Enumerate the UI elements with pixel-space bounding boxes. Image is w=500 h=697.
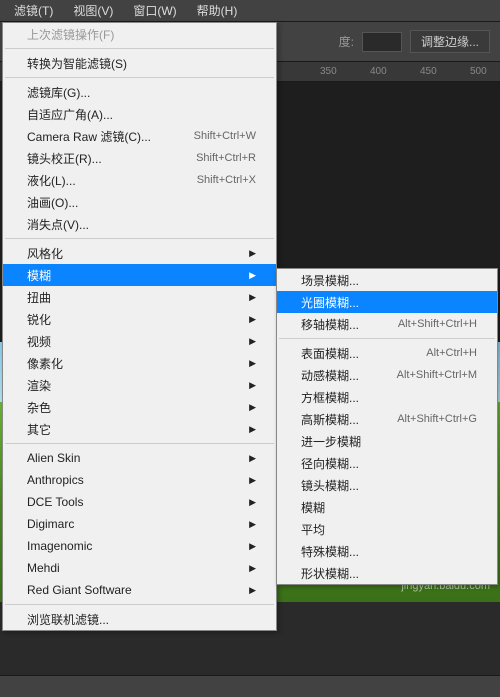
menu-adaptive[interactable]: 自适应广角(A)...	[3, 103, 276, 125]
menu-view[interactable]: 视图(V)	[63, 0, 123, 21]
menu-digimarc[interactable]: Digimarc▶	[3, 513, 276, 535]
chevron-right-icon: ▶	[249, 336, 256, 347]
ruler-tick: 450	[420, 66, 437, 77]
menu-dce-tools[interactable]: DCE Tools▶	[3, 491, 276, 513]
separator	[5, 48, 274, 49]
chevron-right-icon: ▶	[249, 270, 256, 281]
submenu-blur-more[interactable]: 进一步模糊	[277, 430, 497, 452]
menu-vanishing[interactable]: 消失点(V)...	[3, 213, 276, 235]
menu-stylize[interactable]: 风格化▶	[3, 242, 276, 264]
chevron-right-icon: ▶	[249, 248, 256, 259]
submenu-smart-blur[interactable]: 特殊模糊...	[277, 540, 497, 562]
menu-filter-gallery[interactable]: 滤镜库(G)...	[3, 81, 276, 103]
menu-filter[interactable]: 滤镜(T)	[4, 0, 63, 21]
menu-alien-skin[interactable]: Alien Skin▶	[3, 447, 276, 469]
menu-video[interactable]: 视频▶	[3, 330, 276, 352]
chevron-right-icon: ▶	[249, 380, 256, 391]
menu-smart-filter[interactable]: 转换为智能滤镜(S)	[3, 52, 276, 74]
chevron-right-icon: ▶	[249, 453, 256, 464]
menu-red-giant[interactable]: Red Giant Software▶	[3, 579, 276, 601]
chevron-right-icon: ▶	[249, 314, 256, 325]
menu-imagenomic[interactable]: Imagenomic▶	[3, 535, 276, 557]
menu-oil[interactable]: 油画(O)...	[3, 191, 276, 213]
menu-mehdi[interactable]: Mehdi▶	[3, 557, 276, 579]
ruler-tick: 350	[320, 66, 337, 77]
menubar: 滤镜(T) 视图(V) 窗口(W) 帮助(H)	[0, 0, 500, 22]
menu-help[interactable]: 帮助(H)	[187, 0, 248, 21]
menu-browse-online[interactable]: 浏览联机滤镜...	[3, 608, 276, 630]
ruler-tick: 500	[470, 66, 487, 77]
menu-render[interactable]: 渲染▶	[3, 374, 276, 396]
menu-noise[interactable]: 杂色▶	[3, 396, 276, 418]
menu-blur[interactable]: 模糊▶	[3, 264, 276, 286]
chevron-right-icon: ▶	[249, 563, 256, 574]
separator	[5, 604, 274, 605]
ruler-tick: 400	[370, 66, 387, 77]
menu-pixelate[interactable]: 像素化▶	[3, 352, 276, 374]
submenu-motion-blur[interactable]: 动感模糊...Alt+Shift+Ctrl+M	[277, 364, 497, 386]
submenu-box-blur[interactable]: 方框模糊...	[277, 386, 497, 408]
separator	[5, 77, 274, 78]
chevron-right-icon: ▶	[249, 358, 256, 369]
submenu-field-blur[interactable]: 场景模糊...	[277, 269, 497, 291]
separator	[5, 238, 274, 239]
menu-distort[interactable]: 扭曲▶	[3, 286, 276, 308]
separator	[279, 338, 495, 339]
chevron-right-icon: ▶	[249, 585, 256, 596]
status-bar	[0, 675, 500, 697]
menu-last-filter[interactable]: 上次滤镜操作(F)	[3, 23, 276, 45]
submenu-average[interactable]: 平均	[277, 518, 497, 540]
chevron-right-icon: ▶	[249, 402, 256, 413]
menu-lens-correction[interactable]: 镜头校正(R)...Shift+Ctrl+R	[3, 147, 276, 169]
toolbar-input[interactable]	[362, 32, 402, 52]
chevron-right-icon: ▶	[249, 541, 256, 552]
submenu-radial-blur[interactable]: 径向模糊...	[277, 452, 497, 474]
submenu-gaussian-blur[interactable]: 高斯模糊...Alt+Shift+Ctrl+G	[277, 408, 497, 430]
submenu-surface-blur[interactable]: 表面模糊...Alt+Ctrl+H	[277, 342, 497, 364]
filter-menu: 上次滤镜操作(F) 转换为智能滤镜(S) 滤镜库(G)... 自适应广角(A).…	[2, 22, 277, 631]
refine-edge-button[interactable]: 调整边缘...	[410, 30, 490, 53]
menu-liquify[interactable]: 液化(L)...Shift+Ctrl+X	[3, 169, 276, 191]
blur-submenu: 场景模糊... 光圈模糊... 移轴模糊...Alt+Shift+Ctrl+H …	[276, 268, 498, 585]
menu-window[interactable]: 窗口(W)	[123, 0, 186, 21]
submenu-shape-blur[interactable]: 形状模糊...	[277, 562, 497, 584]
menu-anthropics[interactable]: Anthropics▶	[3, 469, 276, 491]
menu-sharpen[interactable]: 锐化▶	[3, 308, 276, 330]
chevron-right-icon: ▶	[249, 519, 256, 530]
submenu-iris-blur[interactable]: 光圈模糊...	[277, 291, 497, 313]
chevron-right-icon: ▶	[249, 424, 256, 435]
chevron-right-icon: ▶	[249, 292, 256, 303]
submenu-blur[interactable]: 模糊	[277, 496, 497, 518]
toolbar-label: 度:	[339, 33, 354, 50]
menu-other[interactable]: 其它▶	[3, 418, 276, 440]
submenu-tilt-shift[interactable]: 移轴模糊...Alt+Shift+Ctrl+H	[277, 313, 497, 335]
separator	[5, 443, 274, 444]
chevron-right-icon: ▶	[249, 475, 256, 486]
menu-camera-raw[interactable]: Camera Raw 滤镜(C)...Shift+Ctrl+W	[3, 125, 276, 147]
submenu-lens-blur[interactable]: 镜头模糊...	[277, 474, 497, 496]
chevron-right-icon: ▶	[249, 497, 256, 508]
